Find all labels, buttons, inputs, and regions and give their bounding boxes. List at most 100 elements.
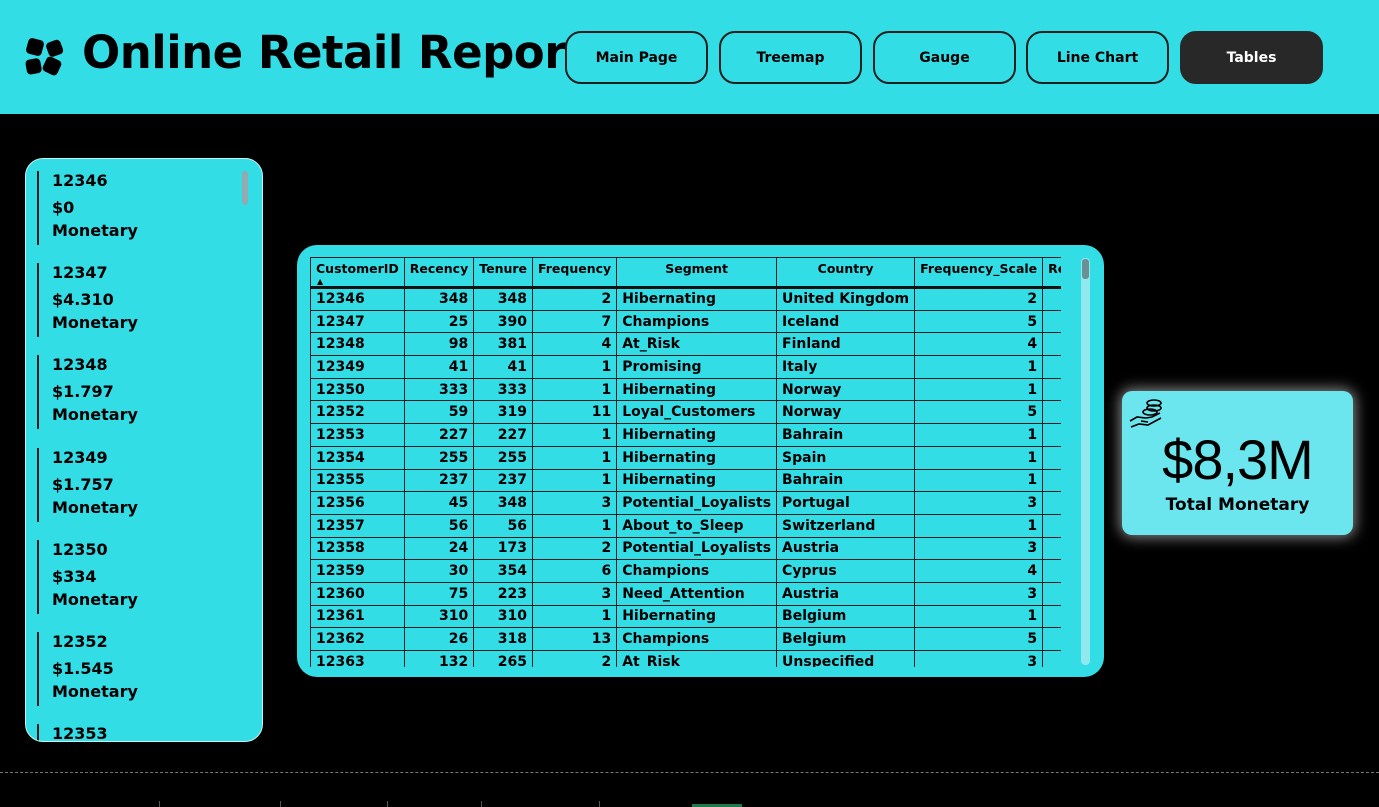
table-cell: 310 (473, 604, 534, 629)
column-header-frequency[interactable]: Frequency (532, 257, 618, 288)
table-scrollbar-thumb[interactable] (1082, 259, 1089, 279)
table-cell: 354 (473, 559, 534, 583)
column-header-label: Recency (409, 261, 469, 276)
table-cell: Unspecified (776, 650, 916, 667)
monetary-label: Monetary (52, 682, 138, 701)
table-cell: 2 (914, 287, 1044, 311)
table-row[interactable]: 123532272271HibernatingBahrain11 (310, 423, 1061, 447)
table-cell: 3 (914, 581, 1044, 606)
table-scrollbar[interactable] (1081, 258, 1090, 665)
table-cell: 1 (1042, 445, 1061, 470)
list-item: 12353 (37, 724, 237, 742)
table-viewport[interactable]: CustomerID ▲ Recency Tenure Frequency Segment… (310, 257, 1061, 667)
table-row[interactable]: 123613103101HibernatingBelgium11 (310, 604, 1061, 629)
table-cell: 2 (1042, 332, 1061, 357)
table-cell: 173 (473, 536, 534, 561)
column-header-frequency-scale[interactable]: Frequency_Scale (914, 257, 1044, 288)
table-cell: 59 (403, 400, 475, 425)
table-cell: 75 (403, 581, 475, 606)
table-cell: At_Risk (616, 332, 778, 357)
list-item: 12346 $0 Monetary (37, 171, 237, 245)
table-cell: 12349 (310, 355, 405, 379)
table-cell: Loyal_Customers (616, 400, 778, 425)
total-monetary-label: Total Monetary (1165, 495, 1310, 515)
table-cell: 333 (473, 377, 534, 402)
table-cell: At_Risk (616, 650, 778, 667)
table-cell: 12356 (310, 491, 405, 515)
table-cell: 5 (1042, 536, 1061, 561)
nav-main-page-button[interactable]: Main Page (565, 31, 708, 84)
table-row[interactable]: 123503333331HibernatingNorway11 (310, 377, 1061, 402)
table-cell: 1 (914, 604, 1044, 629)
table-row[interactable]: 12348983814At_RiskFinland42 (310, 332, 1061, 357)
table-cell: 348 (473, 287, 534, 311)
table-row[interactable]: 12356453483Potential_LoyalistsPortugal34 (310, 491, 1061, 515)
column-header-recency-scale[interactable]: Recency_Scale (1042, 257, 1061, 288)
nav-tables-button[interactable]: Tables (1180, 31, 1323, 84)
total-monetary-card: $8,3M Total Monetary (1122, 391, 1353, 535)
customer-id: 12352 (52, 632, 108, 651)
table-row[interactable]: 123631322652At_RiskUnspecified32 (310, 650, 1061, 667)
table-row[interactable]: 1235756561About_to_SleepSwitzerland13 (310, 513, 1061, 538)
table-cell: 5 (1042, 309, 1061, 334)
table-row[interactable]: 12359303546ChampionsCyprus45 (310, 559, 1061, 583)
table-cell: Bahrain (776, 468, 916, 493)
table-cell: Austria (776, 536, 916, 561)
table-cell: 12363 (310, 650, 405, 667)
column-header-tenure[interactable]: Tenure (473, 257, 534, 288)
customer-id: 12346 (52, 171, 108, 190)
column-header-recency[interactable]: Recency (403, 257, 475, 288)
table-cell: Champions (616, 559, 778, 583)
table-cell: 12362 (310, 627, 405, 651)
table-row[interactable]: 12347253907ChampionsIceland55 (310, 309, 1061, 334)
table-cell: 3 (532, 491, 618, 515)
monetary-amount: $4.310 (52, 290, 114, 309)
table-row[interactable]: 12360752233Need_AttentionAustria33 (310, 581, 1061, 606)
table-cell: 1 (914, 468, 1044, 493)
list-scrollbar[interactable] (242, 171, 248, 205)
nav-treemap-button[interactable]: Treemap (719, 31, 862, 84)
table-cell: About_to_Sleep (616, 513, 778, 538)
column-header-customerid[interactable]: CustomerID ▲ (310, 257, 405, 288)
table-cell: 2 (532, 650, 618, 667)
column-header-segment[interactable]: Segment (616, 257, 778, 288)
table-cell: 12361 (310, 604, 405, 629)
table-row[interactable]: 123463483482HibernatingUnited Kingdom21 (310, 287, 1061, 311)
table-cell: 25 (403, 309, 475, 334)
nav-gauge-button[interactable]: Gauge (873, 31, 1016, 84)
column-header-label: Country (817, 261, 874, 276)
column-header-country[interactable]: Country (776, 257, 916, 288)
table-cell: 1 (1042, 287, 1061, 311)
nav-line-chart-button[interactable]: Line Chart (1026, 31, 1169, 84)
customer-id: 12353 (52, 724, 108, 742)
table-cell: 12358 (310, 536, 405, 561)
table-cell: 1 (532, 445, 618, 470)
table-row[interactable]: 123542552551HibernatingSpain11 (310, 445, 1061, 470)
table-row[interactable]: 1234941411PromisingItaly14 (310, 355, 1061, 379)
monetary-card-list[interactable]: 12346 $0 Monetary 12347 $4.310 Monetary … (25, 158, 263, 742)
table-cell: 4 (532, 332, 618, 357)
monetary-label: Monetary (52, 498, 138, 517)
table-cell: 7 (532, 309, 618, 334)
table-cell: 223 (473, 581, 534, 606)
table-cell: 310 (403, 604, 475, 629)
table-cell: 12353 (310, 423, 405, 447)
table-cell: 12348 (310, 332, 405, 357)
hand-coins-icon (1129, 399, 1162, 428)
table-row[interactable]: 123552372371HibernatingBahrain11 (310, 468, 1061, 493)
column-header-label: Recency_Scale (1048, 261, 1061, 276)
table-row[interactable]: 123622631813ChampionsBelgium55 (310, 627, 1061, 651)
table-cell: 265 (473, 650, 534, 667)
table-cell: 12359 (310, 559, 405, 583)
list-item: 12350 $334 Monetary (37, 540, 237, 614)
table-cell: 1 (532, 377, 618, 402)
clover-icon (25, 38, 64, 76)
monetary-label: Monetary (52, 221, 138, 240)
table-row[interactable]: 12358241732Potential_LoyalistsAustria35 (310, 536, 1061, 561)
table-cell: 1 (532, 468, 618, 493)
list-item: 12348 $1.797 Monetary (37, 355, 237, 429)
table-row[interactable]: 123525931911Loyal_CustomersNorway53 (310, 400, 1061, 425)
table-cell: Portugal (776, 491, 916, 515)
page-tab-divider (387, 801, 388, 807)
table-cell: 3 (1042, 581, 1061, 606)
